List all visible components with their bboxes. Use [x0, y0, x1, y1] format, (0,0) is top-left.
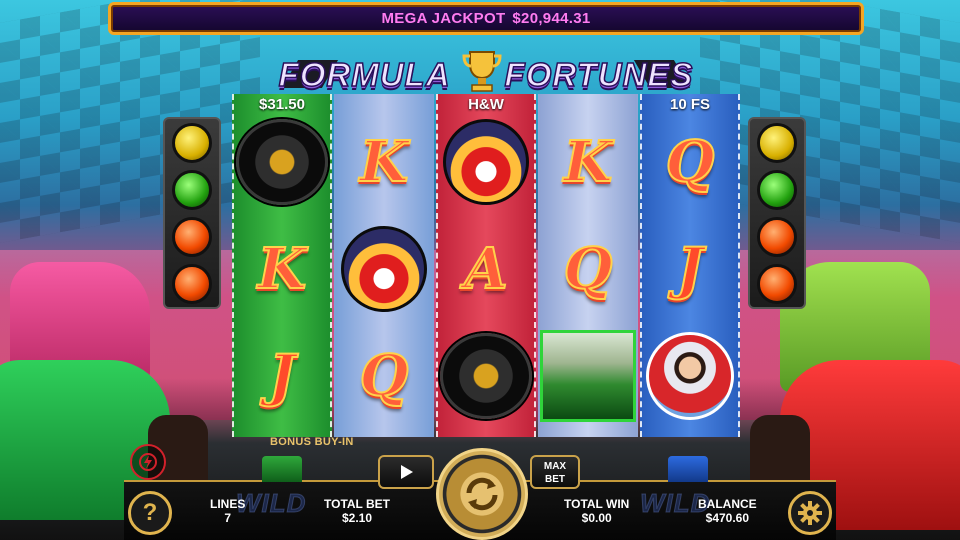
total-bet-value: $2.10	[341, 511, 373, 525]
spin-button[interactable]	[436, 448, 528, 540]
total-win-value: $0.00	[581, 511, 612, 525]
symbol-cell: Q	[540, 215, 636, 322]
turbo-icon	[139, 453, 157, 471]
symbol-tyre	[438, 322, 534, 429]
podium-green	[262, 456, 302, 482]
symbol-cell: J	[642, 215, 738, 322]
play-icon	[401, 465, 413, 479]
race-car-icon	[540, 329, 636, 422]
mega-jackpot-banner: MEGA JACKPOT $20,944.31	[108, 2, 864, 35]
symbol-letter: Q	[359, 342, 410, 410]
balance-label: BALANCE	[698, 497, 757, 511]
reel-1: $31.50 K J	[232, 94, 332, 437]
checkered-flag-left	[0, 0, 260, 243]
lamp-yellow-icon	[172, 122, 212, 163]
wild-text-left: WILD	[235, 488, 307, 519]
jackpot-value: $20,944.31	[512, 10, 591, 27]
tyre-icon	[236, 118, 328, 205]
symbol-tyre	[234, 108, 330, 215]
turbo-button[interactable]	[130, 444, 166, 480]
lamp-orange-icon	[172, 263, 212, 304]
symbol-letter: K	[359, 128, 410, 196]
jackpot-label: MEGA JACKPOT	[381, 10, 506, 27]
lamp-orange-icon	[757, 263, 797, 304]
reel-4: K Q	[538, 94, 638, 437]
logo-word-2: FORTUNES	[504, 55, 694, 94]
symbol-driver	[336, 215, 432, 322]
lines-label: LINES	[210, 497, 246, 511]
symbol-cell: Q	[642, 108, 738, 215]
lamp-orange-icon	[172, 216, 212, 257]
symbol-cell: K	[234, 215, 330, 322]
symbol-race-car	[540, 322, 636, 429]
symbol-letter: K	[563, 128, 614, 196]
help-button[interactable]: ?	[128, 491, 172, 535]
symbol-cell: K	[540, 108, 636, 215]
balance-value: $470.60	[705, 511, 750, 525]
symbol-cell: J	[234, 322, 330, 429]
symbol-letter: A	[463, 235, 508, 303]
balance-display: BALANCE $470.60	[698, 497, 757, 525]
podium-blue	[668, 456, 708, 482]
tyre-icon	[440, 332, 532, 419]
lamp-green-icon	[757, 169, 797, 210]
lamp-green-icon	[172, 169, 212, 210]
lamp-yellow-icon	[757, 122, 797, 163]
reel-2: K Q	[334, 94, 434, 437]
control-bar: WILD WILD ? LINES 7 TOTAL BET $2.10 MAX …	[124, 444, 836, 540]
symbol-letter: Q	[665, 128, 716, 196]
total-win-label: TOTAL WIN	[564, 497, 630, 511]
bonus-buy-in-label[interactable]: BONUS BUY-IN	[270, 436, 354, 448]
driver-helmet-icon	[443, 118, 529, 205]
reel-5: 10 FS Q J	[640, 94, 740, 437]
question-icon: ?	[142, 499, 158, 526]
hero-driver-icon	[646, 331, 734, 420]
lines-value: 7	[224, 511, 232, 525]
traffic-light-left	[163, 117, 221, 309]
max-bet-label: MAX BET	[543, 461, 567, 485]
total-bet-label: TOTAL BET	[324, 497, 390, 511]
symbol-cell: Q	[336, 322, 432, 429]
trophy-icon	[462, 51, 502, 92]
spin-arrows-icon	[466, 477, 498, 511]
symbol-driver	[438, 108, 534, 215]
gear-icon	[798, 501, 822, 525]
total-bet-display[interactable]: TOTAL BET $2.10	[324, 497, 390, 525]
symbol-letter: K	[257, 235, 308, 303]
total-win-display: TOTAL WIN $0.00	[564, 497, 629, 525]
traffic-light-right	[748, 117, 806, 309]
autoplay-button[interactable]	[378, 455, 434, 489]
symbol-cell: A	[438, 215, 534, 322]
reel-grid: $31.50 K J K Q H&W A K Q 10 FS Q J	[232, 94, 740, 437]
game-logo: FORMULA FORTUNES	[278, 50, 693, 100]
symbol-cell: K	[336, 108, 432, 215]
max-bet-button[interactable]: MAX BET	[530, 455, 580, 489]
symbol-hero-driver	[642, 322, 738, 429]
settings-button[interactable]	[788, 491, 832, 535]
symbol-letter: J	[268, 342, 296, 410]
logo-word-1: FORMULA	[278, 55, 451, 94]
lines-display: LINES 7	[210, 497, 245, 525]
driver-helmet-icon	[341, 225, 427, 312]
reel-3: H&W A	[436, 94, 536, 437]
lamp-orange-icon	[757, 216, 797, 257]
symbol-letter: Q	[563, 235, 614, 303]
symbol-letter: J	[676, 235, 704, 303]
